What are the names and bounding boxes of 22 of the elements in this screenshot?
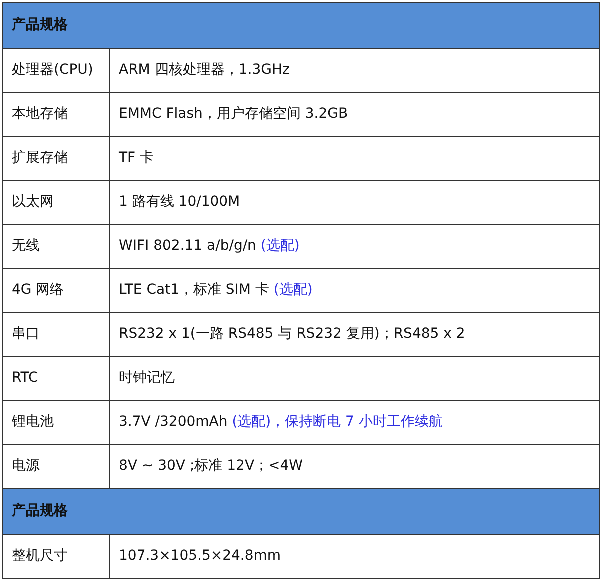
spec-label: 以太网 xyxy=(2,180,110,224)
spec-label: 4G 网络 xyxy=(2,268,110,312)
section-header: 产品规格 xyxy=(2,488,600,534)
spec-value: TF 卡 xyxy=(110,136,600,180)
spec-label: 本地存储 xyxy=(2,92,110,136)
spec-label: RTC xyxy=(2,356,110,400)
spec-value: 3.7V /3200mAh (选配)，保持断电 7 小时工作续航 xyxy=(110,400,600,444)
spec-value: RS232 x 1(一路 RS485 与 RS232 复用)；RS485 x 2 xyxy=(110,312,600,356)
spec-label: 串口 xyxy=(2,312,110,356)
section-header: 产品规格 xyxy=(2,2,600,48)
spec-label: 整机尺寸 xyxy=(2,534,110,578)
spec-value: 107.3×105.5×24.8mm xyxy=(110,534,600,578)
spec-value: ARM 四核处理器，1.3GHz xyxy=(110,48,600,92)
spec-value: EMMC Flash，用户存储空间 3.2GB xyxy=(110,92,600,136)
spec-label: 处理器(CPU) xyxy=(2,48,110,92)
spec-label: 无线 xyxy=(2,224,110,268)
spec-label: 扩展存储 xyxy=(2,136,110,180)
spec-value: 时钟记忆 xyxy=(110,356,600,400)
spec-value: WIFI 802.11 a/b/g/n (选配) xyxy=(110,224,600,268)
spec-value: 1 路有线 10/100M xyxy=(110,180,600,224)
spec-label: 锂电池 xyxy=(2,400,110,444)
spec-value: LTE Cat1，标准 SIM 卡 (选配) xyxy=(110,268,600,312)
